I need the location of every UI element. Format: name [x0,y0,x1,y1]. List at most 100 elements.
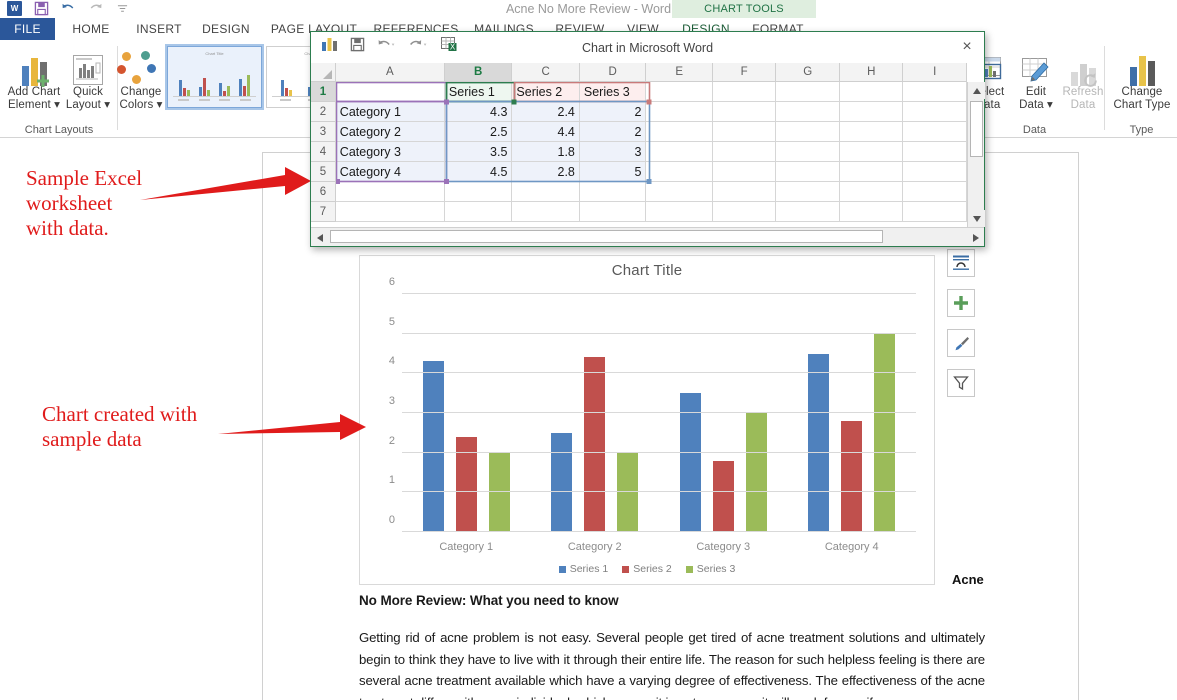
excel-row-header-7[interactable]: 7 [311,202,336,222]
tab-design[interactable]: DESIGN [194,18,258,40]
chart-bar[interactable] [745,413,767,532]
change-chart-type-button[interactable]: Change Chart Type [1109,46,1175,112]
excel-column-header-D[interactable]: D [579,63,647,82]
excel-column-header-C[interactable]: C [512,63,580,82]
tab-insert[interactable]: INSERT [126,18,192,40]
excel-grid[interactable]: ABCDEFGHI 1 Series 1 Series 2 Series 3 2 Cate… [311,63,985,246]
excel-cell[interactable]: 4.4 [512,122,580,142]
chart-legend-item[interactable]: Series 2 [622,563,672,575]
excel-cell[interactable] [839,82,904,102]
excel-column-header-E[interactable]: E [646,63,713,82]
redo-icon[interactable] [85,0,105,17]
scroll-down-icon[interactable] [968,210,985,227]
chart-legend-item[interactable]: Series 1 [558,563,608,575]
close-icon[interactable]: × [956,37,978,57]
excel-cell[interactable]: 3 [579,142,647,162]
excel-cell[interactable] [712,182,777,202]
excel-cell[interactable] [903,142,968,162]
chart-styles-brush-icon[interactable] [947,329,975,357]
excel-row-header-4[interactable]: 4 [311,142,336,162]
excel-cell[interactable] [839,122,904,142]
chart-bar[interactable] [679,393,701,532]
chart-bar[interactable] [712,460,734,532]
chart-bar[interactable] [422,361,444,532]
excel-cell[interactable] [646,122,713,142]
excel-cell[interactable] [776,162,840,182]
excel-cell[interactable] [646,162,713,182]
edit-data-button[interactable]: Edit Data ▾ [1010,46,1062,112]
excel-cell[interactable] [512,182,580,202]
excel-cell[interactable]: 2 [579,122,647,142]
excel-cell[interactable] [903,182,968,202]
chart-legend[interactable]: Series 1 Series 2 Series 3 [360,563,934,575]
excel-cell[interactable] [712,142,777,162]
vertical-scroll-thumb[interactable] [970,101,983,157]
excel-column-header-A[interactable]: A [335,63,445,82]
chart-bar[interactable] [808,353,830,532]
scroll-right-icon[interactable] [967,229,984,246]
excel-row-header-1[interactable]: 1 [311,82,336,102]
excel-cell[interactable] [646,182,713,202]
excel-column-header-B[interactable]: B [444,63,513,82]
excel-cell[interactable] [903,162,968,182]
excel-cell[interactable]: 2.5 [444,122,513,142]
excel-row-header-3[interactable]: 3 [311,122,336,142]
save-icon[interactable] [31,0,51,17]
excel-cell[interactable] [839,142,904,162]
excel-cell[interactable] [512,202,580,222]
excel-cell[interactable] [839,182,904,202]
excel-column-header-F[interactable]: F [712,63,777,82]
excel-cell[interactable]: 3.5 [444,142,513,162]
excel-cell[interactable] [712,202,777,222]
excel-cell[interactable]: 2.4 [512,102,580,122]
chart-object[interactable]: Chart Title Category 1 Category 2 Category… [359,255,935,585]
select-all-corner[interactable] [311,63,336,82]
excel-cell[interactable] [903,82,968,102]
chart-elements-plus-icon[interactable] [947,289,975,317]
chart-bar[interactable] [584,357,606,532]
excel-column-header-H[interactable]: H [839,63,904,82]
excel-cell[interactable]: Category 1 [335,102,445,122]
excel-cell[interactable] [579,202,647,222]
tab-file[interactable]: FILE [0,18,55,40]
excel-cell[interactable] [646,202,713,222]
excel-cell[interactable] [776,102,840,122]
excel-cell[interactable] [839,102,904,122]
excel-cell[interactable]: Series 3 [579,82,647,102]
excel-cell[interactable] [335,82,445,102]
excel-row-header-6[interactable]: 6 [311,182,336,202]
excel-cell[interactable]: Category 2 [335,122,445,142]
layout-options-icon[interactable] [947,249,975,277]
chart-legend-item[interactable]: Series 3 [685,563,735,575]
excel-column-header-I[interactable]: I [903,63,967,82]
excel-cell[interactable]: 5 [579,162,647,182]
excel-cell[interactable] [646,82,713,102]
excel-cell[interactable] [839,162,904,182]
excel-cell[interactable] [335,202,445,222]
chart-style-thumb-1[interactable]: Chart Title [165,44,264,110]
excel-row-header-2[interactable]: 2 [311,102,336,122]
scroll-up-icon[interactable] [968,82,985,99]
scroll-left-icon[interactable] [311,229,328,246]
customize-qat-icon[interactable] [112,0,132,17]
excel-cell[interactable] [776,142,840,162]
excel-cell[interactable] [712,82,777,102]
excel-cell[interactable] [444,202,513,222]
excel-cell[interactable] [712,122,777,142]
excel-cell[interactable] [776,82,840,102]
excel-vertical-scrollbar[interactable] [967,82,985,227]
excel-cell[interactable]: 4.5 [444,162,513,182]
excel-cell[interactable] [444,182,513,202]
excel-data-dialog[interactable]: X Chart in Microsoft Word × ABCDEFGHI 1 S… [310,31,985,247]
excel-cell[interactable] [579,182,647,202]
excel-horizontal-scrollbar[interactable] [311,227,984,246]
excel-cell[interactable] [903,102,968,122]
chart-filters-funnel-icon[interactable] [947,369,975,397]
excel-cell[interactable] [335,182,445,202]
excel-cell[interactable] [646,142,713,162]
excel-row-header-5[interactable]: 5 [311,162,336,182]
excel-cell[interactable]: 2 [579,102,647,122]
chart-bar[interactable] [841,420,863,532]
undo-icon[interactable] [58,0,78,17]
excel-cell[interactable] [712,102,777,122]
